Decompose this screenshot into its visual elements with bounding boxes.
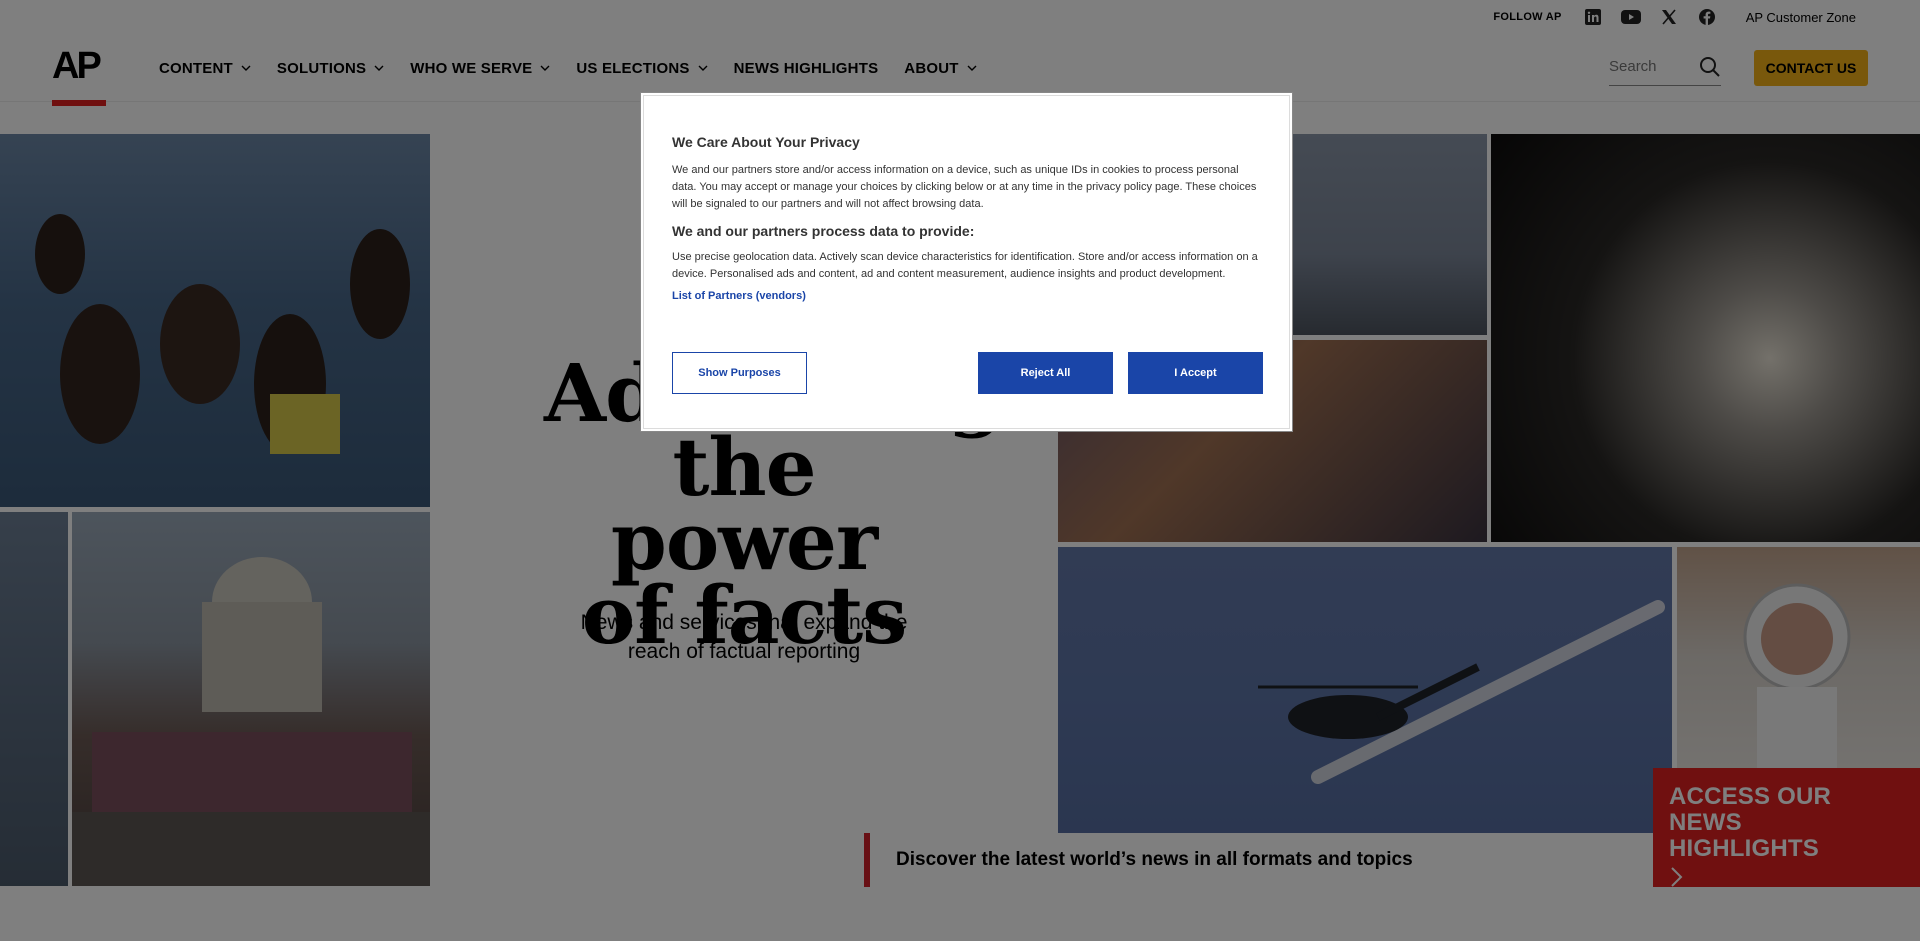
consent-buttons: Show Purposes Reject All I Accept [672,352,1263,394]
consent-title: We Care About Your Privacy [672,134,860,150]
consent-body: We and our partners store and/or access … [672,164,1257,210]
consent-subtitle: We and our partners process data to prov… [672,223,975,239]
show-purposes-button[interactable]: Show Purposes [672,352,807,394]
reject-all-button[interactable]: Reject All [978,352,1113,394]
privacy-consent-dialog: We Care About Your Privacy We and our pa… [643,95,1290,429]
vendors-link[interactable]: List of Partners (vendors) [672,290,1261,302]
consent-purposes: Use precise geolocation data. Actively s… [672,251,1258,280]
accept-button[interactable]: I Accept [1128,352,1263,394]
